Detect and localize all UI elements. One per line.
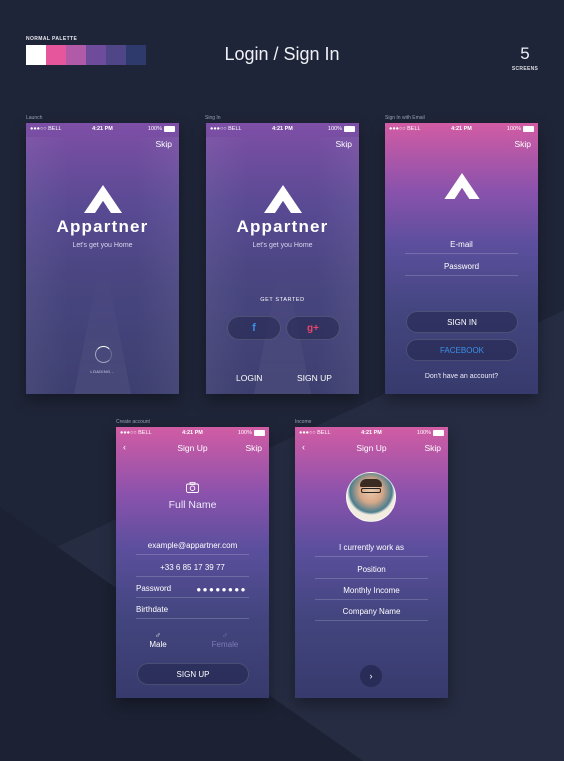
appartner-logo-icon: [83, 185, 122, 213]
password-dots: ●●●●●●●●: [196, 585, 247, 594]
female-option[interactable]: ♂ Female: [205, 631, 245, 649]
monthly-income-field[interactable]: Monthly Income: [315, 586, 428, 600]
status-bar: ●●●○○ BELL 4:21 PM 100%: [116, 427, 269, 438]
screen-count-label: SCREENS: [511, 66, 539, 72]
password-field[interactable]: Password: [405, 262, 518, 276]
skip-button[interactable]: Skip: [245, 443, 262, 453]
avatar-glasses: [361, 488, 381, 493]
create-account-screen: ●●●○○ BELL 4:21 PM 100% ‹ Sign Up Skip F…: [116, 427, 269, 698]
status-time: 4:21 PM: [272, 125, 293, 132]
top-bar: ‹ Sign Up Skip: [116, 439, 269, 457]
full-name-field[interactable]: Full Name: [116, 499, 269, 511]
tagline: Let's get you Home: [252, 242, 313, 249]
avatar-hair: [360, 479, 382, 487]
top-bar: ‹ Sign Up Skip: [295, 439, 448, 457]
birthdate-field[interactable]: Birthdate: [136, 605, 249, 619]
male-option[interactable]: ♂ Male: [138, 631, 178, 649]
next-button[interactable]: ›: [360, 665, 382, 687]
top-bar: Skip: [206, 135, 359, 153]
status-time: 4:21 PM: [361, 429, 382, 436]
status-time: 4:21 PM: [92, 125, 113, 132]
status-bar: ●●●○○ BELL 4:21 PM 100%: [206, 123, 359, 134]
sign-in-email-screen: ●●●○○ BELL 4:21 PM 100% Skip E-mail Pass…: [385, 123, 538, 394]
google-plus-button[interactable]: g+: [286, 316, 340, 340]
skip-button[interactable]: Skip: [335, 139, 352, 149]
password-label: Password: [136, 584, 172, 593]
palette-label: NORMAL PALETTE: [26, 36, 78, 42]
top-bar: Skip: [385, 135, 538, 153]
email-field[interactable]: example@appartner.com: [136, 541, 249, 555]
page-title: Login / Sign In: [224, 44, 340, 64]
sign-up-button[interactable]: SIGN UP: [137, 663, 249, 685]
female-label: Female: [211, 640, 239, 649]
income-screen: ●●●○○ BELL 4:21 PM 100% ‹ Sign Up Skip I…: [295, 427, 448, 698]
appartner-logo-icon: [443, 173, 480, 199]
phone-field[interactable]: +33 6 85 17 39 77: [136, 563, 249, 577]
camera-icon[interactable]: [186, 482, 199, 493]
status-bar: ●●●○○ BELL 4:21 PM 100%: [26, 123, 179, 134]
email-field[interactable]: E-mail: [405, 240, 518, 254]
no-account-link[interactable]: Don't have an account?: [385, 373, 538, 380]
male-icon: ♂: [155, 631, 161, 640]
position-field[interactable]: Position: [315, 565, 428, 579]
skip-button[interactable]: Skip: [155, 139, 172, 149]
appartner-logo-icon: [263, 185, 302, 213]
facebook-login-button[interactable]: FACEBOOK: [406, 339, 518, 361]
status-time: 4:21 PM: [182, 429, 203, 436]
brand-name: Appartner: [236, 217, 329, 236]
status-bar: ●●●○○ BELL 4:21 PM 100%: [295, 427, 448, 438]
screen-label-sign-in-email: Sign In with Email: [385, 115, 425, 121]
facebook-button[interactable]: f: [227, 316, 281, 340]
screen-label-create-account: Create account: [116, 419, 150, 425]
login-link[interactable]: LOGIN: [236, 373, 262, 383]
facebook-icon: f: [252, 322, 256, 334]
loading-spinner-icon: [95, 346, 112, 363]
screen-label-launch: Launch: [26, 115, 43, 121]
skip-button[interactable]: Skip: [514, 139, 531, 149]
status-bar: ●●●○○ BELL 4:21 PM 100%: [385, 123, 538, 134]
sign-in-screen: ●●●○○ BELL 4:21 PM 100% Skip Appartner L…: [206, 123, 359, 394]
sign-up-link[interactable]: SIGN UP: [297, 373, 332, 383]
tagline: Let's get you Home: [72, 242, 133, 249]
male-label: Male: [149, 640, 167, 649]
sign-in-button[interactable]: SIGN IN: [406, 311, 518, 333]
loading-text: LOADING...: [90, 369, 115, 374]
brand-name: Appartner: [56, 217, 149, 236]
status-time: 4:21 PM: [451, 125, 472, 132]
screen-count: 5: [520, 44, 530, 63]
google-plus-icon: g+: [307, 322, 319, 334]
female-icon: ♂: [222, 631, 228, 640]
work-as-label: I currently work as: [315, 543, 428, 557]
top-bar: Skip: [26, 135, 179, 153]
skip-button[interactable]: Skip: [424, 443, 441, 453]
get-started-label: GET STARTED: [260, 297, 305, 303]
screen-label-income: Income: [295, 419, 312, 425]
company-name-field[interactable]: Company Name: [315, 607, 428, 621]
launch-screen: ●●●○○ BELL 4:21 PM 100% Skip Appartner L…: [26, 123, 179, 394]
avatar[interactable]: [346, 472, 396, 522]
chevron-right-icon: ›: [369, 671, 373, 681]
screen-label-sign-in: Sing In: [205, 115, 221, 121]
